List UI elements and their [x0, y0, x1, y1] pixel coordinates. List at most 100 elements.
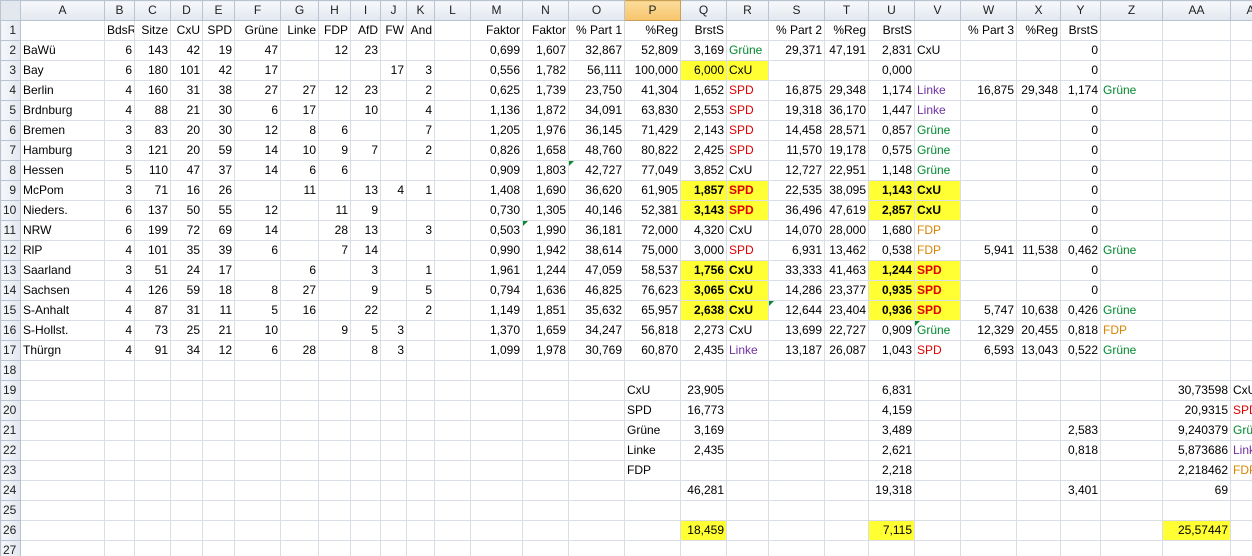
- cell-AB6[interactable]: [1230, 120, 1252, 141]
- cell-AA21[interactable]: 9,240379: [1162, 420, 1231, 441]
- cell-X11[interactable]: [1016, 220, 1061, 241]
- cell-J13[interactable]: [380, 260, 407, 281]
- cell-L23[interactable]: [434, 460, 471, 481]
- row-header-5[interactable]: 5: [0, 100, 21, 121]
- cell-G21[interactable]: [280, 420, 319, 441]
- cell-Z19[interactable]: [1100, 380, 1163, 401]
- cell-Y10[interactable]: 0: [1060, 200, 1101, 221]
- cell-E17[interactable]: 12: [202, 340, 235, 361]
- cell-W19[interactable]: [960, 380, 1017, 401]
- cell-W14[interactable]: [960, 280, 1017, 301]
- cell-Q21[interactable]: 3,169: [680, 420, 727, 441]
- cell-H23[interactable]: [318, 460, 351, 481]
- cell-L18[interactable]: [434, 360, 471, 381]
- cell-C21[interactable]: [134, 420, 171, 441]
- cell-Z8[interactable]: [1100, 160, 1163, 181]
- cell-T23[interactable]: [824, 460, 869, 481]
- cell-S13[interactable]: 33,333: [768, 260, 825, 281]
- cell-AA25[interactable]: [1162, 500, 1231, 521]
- cell-V11[interactable]: FDP: [914, 220, 961, 241]
- cell-E7[interactable]: 59: [202, 140, 235, 161]
- cell-G26[interactable]: [280, 520, 319, 541]
- cell-B15[interactable]: 4: [104, 300, 135, 321]
- cell-H24[interactable]: [318, 480, 351, 501]
- cell-E22[interactable]: [202, 440, 235, 461]
- cell-V3[interactable]: [914, 60, 961, 81]
- cell-AB1[interactable]: [1230, 20, 1252, 41]
- cell-M17[interactable]: 1,099: [470, 340, 523, 361]
- cell-K27[interactable]: [406, 540, 435, 556]
- cell-C13[interactable]: 51: [134, 260, 171, 281]
- cell-E5[interactable]: 30: [202, 100, 235, 121]
- cell-N10[interactable]: 1,305: [522, 200, 569, 221]
- cell-H2[interactable]: 12: [318, 40, 351, 61]
- cell-Y13[interactable]: 0: [1060, 260, 1101, 281]
- cell-AB7[interactable]: [1230, 140, 1252, 161]
- cell-E12[interactable]: 39: [202, 240, 235, 261]
- cell-T18[interactable]: [824, 360, 869, 381]
- cell-U27[interactable]: [868, 540, 915, 556]
- cell-W16[interactable]: 12,329: [960, 320, 1017, 341]
- cell-W5[interactable]: [960, 100, 1017, 121]
- cell-V6[interactable]: Grüne: [914, 120, 961, 141]
- cell-J23[interactable]: [380, 460, 407, 481]
- cell-AB13[interactable]: [1230, 260, 1252, 281]
- cell-O17[interactable]: 30,769: [568, 340, 625, 361]
- cell-N14[interactable]: 1,636: [522, 280, 569, 301]
- cell-Y20[interactable]: [1060, 400, 1101, 421]
- cell-N19[interactable]: [522, 380, 569, 401]
- cell-D21[interactable]: [170, 420, 203, 441]
- cell-A26[interactable]: [20, 520, 105, 541]
- cell-B14[interactable]: 4: [104, 280, 135, 301]
- cell-T1[interactable]: %Reg: [824, 20, 869, 41]
- cell-P14[interactable]: 76,623: [624, 280, 681, 301]
- cell-G5[interactable]: 17: [280, 100, 319, 121]
- cell-T25[interactable]: [824, 500, 869, 521]
- cell-D2[interactable]: 42: [170, 40, 203, 61]
- cell-F16[interactable]: 10: [234, 320, 281, 341]
- cell-J12[interactable]: [380, 240, 407, 261]
- cell-N21[interactable]: [522, 420, 569, 441]
- cell-Q12[interactable]: 3,000: [680, 240, 727, 261]
- cell-L24[interactable]: [434, 480, 471, 501]
- cell-Z4[interactable]: Grüne: [1100, 80, 1163, 101]
- column-header-J[interactable]: J: [380, 0, 407, 21]
- cell-K21[interactable]: [406, 420, 435, 441]
- cell-E3[interactable]: 42: [202, 60, 235, 81]
- cell-O13[interactable]: 47,059: [568, 260, 625, 281]
- cell-W2[interactable]: [960, 40, 1017, 61]
- cell-X4[interactable]: 29,348: [1016, 80, 1061, 101]
- cell-F9[interactable]: [234, 180, 281, 201]
- cell-M9[interactable]: 1,408: [470, 180, 523, 201]
- cell-T6[interactable]: 28,571: [824, 120, 869, 141]
- cell-M8[interactable]: 0,909: [470, 160, 523, 181]
- cell-N5[interactable]: 1,872: [522, 100, 569, 121]
- cell-E26[interactable]: [202, 520, 235, 541]
- cell-E25[interactable]: [202, 500, 235, 521]
- cell-N1[interactable]: Faktor: [522, 20, 569, 41]
- cell-AA5[interactable]: [1162, 100, 1231, 121]
- cell-K17[interactable]: [406, 340, 435, 361]
- row-header-7[interactable]: 7: [0, 140, 21, 161]
- cell-D4[interactable]: 31: [170, 80, 203, 101]
- row-header-15[interactable]: 15: [0, 300, 21, 321]
- cell-B13[interactable]: 3: [104, 260, 135, 281]
- cell-K16[interactable]: [406, 320, 435, 341]
- cell-P22[interactable]: Linke: [624, 440, 681, 461]
- cell-B7[interactable]: 3: [104, 140, 135, 161]
- cell-J9[interactable]: 4: [380, 180, 407, 201]
- cell-X25[interactable]: [1016, 500, 1061, 521]
- cell-G9[interactable]: 11: [280, 180, 319, 201]
- cell-D11[interactable]: 72: [170, 220, 203, 241]
- cell-G1[interactable]: Linke: [280, 20, 319, 41]
- cell-I17[interactable]: 8: [350, 340, 381, 361]
- cell-AB26[interactable]: [1230, 520, 1252, 541]
- cell-M4[interactable]: 0,625: [470, 80, 523, 101]
- cell-C26[interactable]: [134, 520, 171, 541]
- cell-L19[interactable]: [434, 380, 471, 401]
- cell-AA22[interactable]: 5,873686: [1162, 440, 1231, 461]
- cell-L15[interactable]: [434, 300, 471, 321]
- cell-B17[interactable]: 4: [104, 340, 135, 361]
- row-header-8[interactable]: 8: [0, 160, 21, 181]
- cell-M23[interactable]: [470, 460, 523, 481]
